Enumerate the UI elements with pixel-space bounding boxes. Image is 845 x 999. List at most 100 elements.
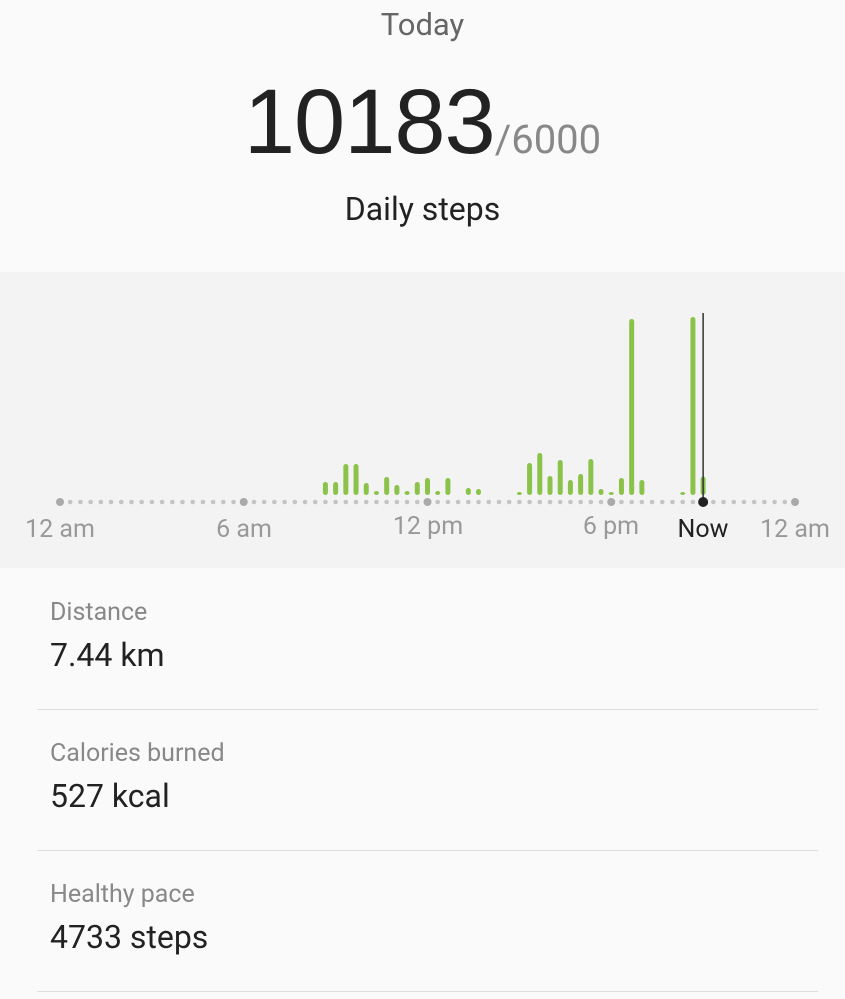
axis-dot <box>190 499 196 505</box>
steps-value: 10183 <box>243 71 496 173</box>
axis-dot <box>139 499 144 505</box>
step-bar <box>363 483 369 495</box>
step-bar <box>404 490 410 495</box>
axis-dot <box>496 499 502 505</box>
step-count: 10183/6000 <box>0 70 845 175</box>
stat-calories: Calories burned 527 kcal <box>37 709 818 851</box>
step-bar <box>557 459 563 495</box>
step-bar <box>618 478 624 495</box>
stat-label: Calories burned <box>50 739 225 768</box>
axis-major-dot <box>423 498 432 506</box>
axis-dot <box>363 499 369 505</box>
axis-dot <box>568 499 573 505</box>
axis-dot <box>98 499 104 505</box>
axis-dot <box>323 499 328 505</box>
axis-dot <box>751 499 757 505</box>
stat-value: 527 kcal <box>50 777 170 815</box>
axis-dot <box>670 499 675 505</box>
axis-dot <box>649 499 655 505</box>
axis-dot <box>659 499 665 505</box>
axis-dot <box>394 499 400 505</box>
axis-dot <box>680 499 686 505</box>
axis-dot <box>404 499 410 505</box>
axis-dot <box>231 499 236 505</box>
axis-major-dot <box>239 498 248 506</box>
stat-label: Healthy pace <box>50 880 195 909</box>
axis-dot <box>476 499 481 505</box>
stat-value: 7.44 km <box>50 636 165 674</box>
axis-dot <box>690 499 696 505</box>
steps-goal: /6000 <box>494 116 602 163</box>
axis-dot <box>527 499 532 505</box>
axis-dot <box>537 499 543 505</box>
axis-dot <box>374 499 379 505</box>
step-bar <box>343 464 349 495</box>
axis-dot <box>78 499 83 505</box>
steps-chart[interactable]: 12 am 6 am 12 pm 6 pm Now 12 am <box>0 272 845 568</box>
x-tick-label: 12 pm <box>392 512 464 541</box>
stat-value: 4733 steps <box>50 918 209 956</box>
axis-dot <box>588 499 594 505</box>
axis-dot <box>302 499 308 505</box>
axis-dot <box>639 499 645 505</box>
x-tick-label: 6 pm <box>582 512 640 541</box>
axis-dot <box>343 499 349 505</box>
step-bar <box>527 462 533 495</box>
axis-dot <box>221 499 226 505</box>
axis-major-dot <box>607 498 616 506</box>
axis-dot <box>455 499 461 505</box>
axis-dot <box>486 499 492 505</box>
stat-distance: Distance 7.44 km <box>37 568 818 710</box>
step-bar <box>690 317 696 495</box>
axis-dot <box>210 499 216 505</box>
step-bar <box>425 478 430 495</box>
axis-dot <box>384 499 389 505</box>
axis-dot <box>333 499 338 505</box>
step-bar <box>476 488 482 495</box>
axis-dot <box>292 499 298 505</box>
step-bar <box>445 478 451 495</box>
axis-dot <box>782 499 788 505</box>
step-bar <box>639 480 645 495</box>
axis-dot <box>721 499 726 505</box>
axis-dot <box>67 499 73 505</box>
axis-dot <box>772 499 777 505</box>
step-bar <box>588 459 594 495</box>
now-dot <box>698 497 709 507</box>
axis-dot <box>435 499 441 505</box>
stat-label: Distance <box>50 598 148 627</box>
axis-dot <box>711 499 716 505</box>
step-bar <box>598 488 604 495</box>
step-bar <box>680 492 686 495</box>
axis-dot <box>517 499 522 505</box>
x-tick-label: 12 am <box>25 515 95 544</box>
axis-dot <box>251 499 257 505</box>
axis-dot <box>149 499 155 505</box>
axis-dot <box>762 499 767 505</box>
axis-dot <box>282 499 287 505</box>
step-bar <box>516 492 522 495</box>
step-bar <box>567 480 573 495</box>
step-bar <box>435 490 441 495</box>
axis-dot <box>629 499 634 505</box>
axis-dot <box>108 499 114 505</box>
step-bar <box>608 492 614 495</box>
axis-dot <box>414 499 420 505</box>
axis-dot <box>557 499 563 505</box>
step-bar <box>322 481 328 495</box>
axis-dot <box>598 499 604 505</box>
step-bar <box>537 452 543 495</box>
step-bar <box>629 319 635 495</box>
axis-dot <box>731 499 737 505</box>
axis-dot <box>261 499 267 505</box>
step-bar <box>465 487 471 495</box>
axis-dot <box>272 499 277 505</box>
axis-dot <box>466 499 471 505</box>
x-tick-label: 12 am <box>760 515 830 544</box>
axis-dot <box>353 499 359 505</box>
axis-dot <box>506 499 512 505</box>
axis-major-dot <box>791 498 799 506</box>
axis-dot <box>129 499 134 505</box>
axis-dot <box>200 499 206 505</box>
stat-healthy-pace: Healthy pace 4733 steps <box>37 850 818 992</box>
